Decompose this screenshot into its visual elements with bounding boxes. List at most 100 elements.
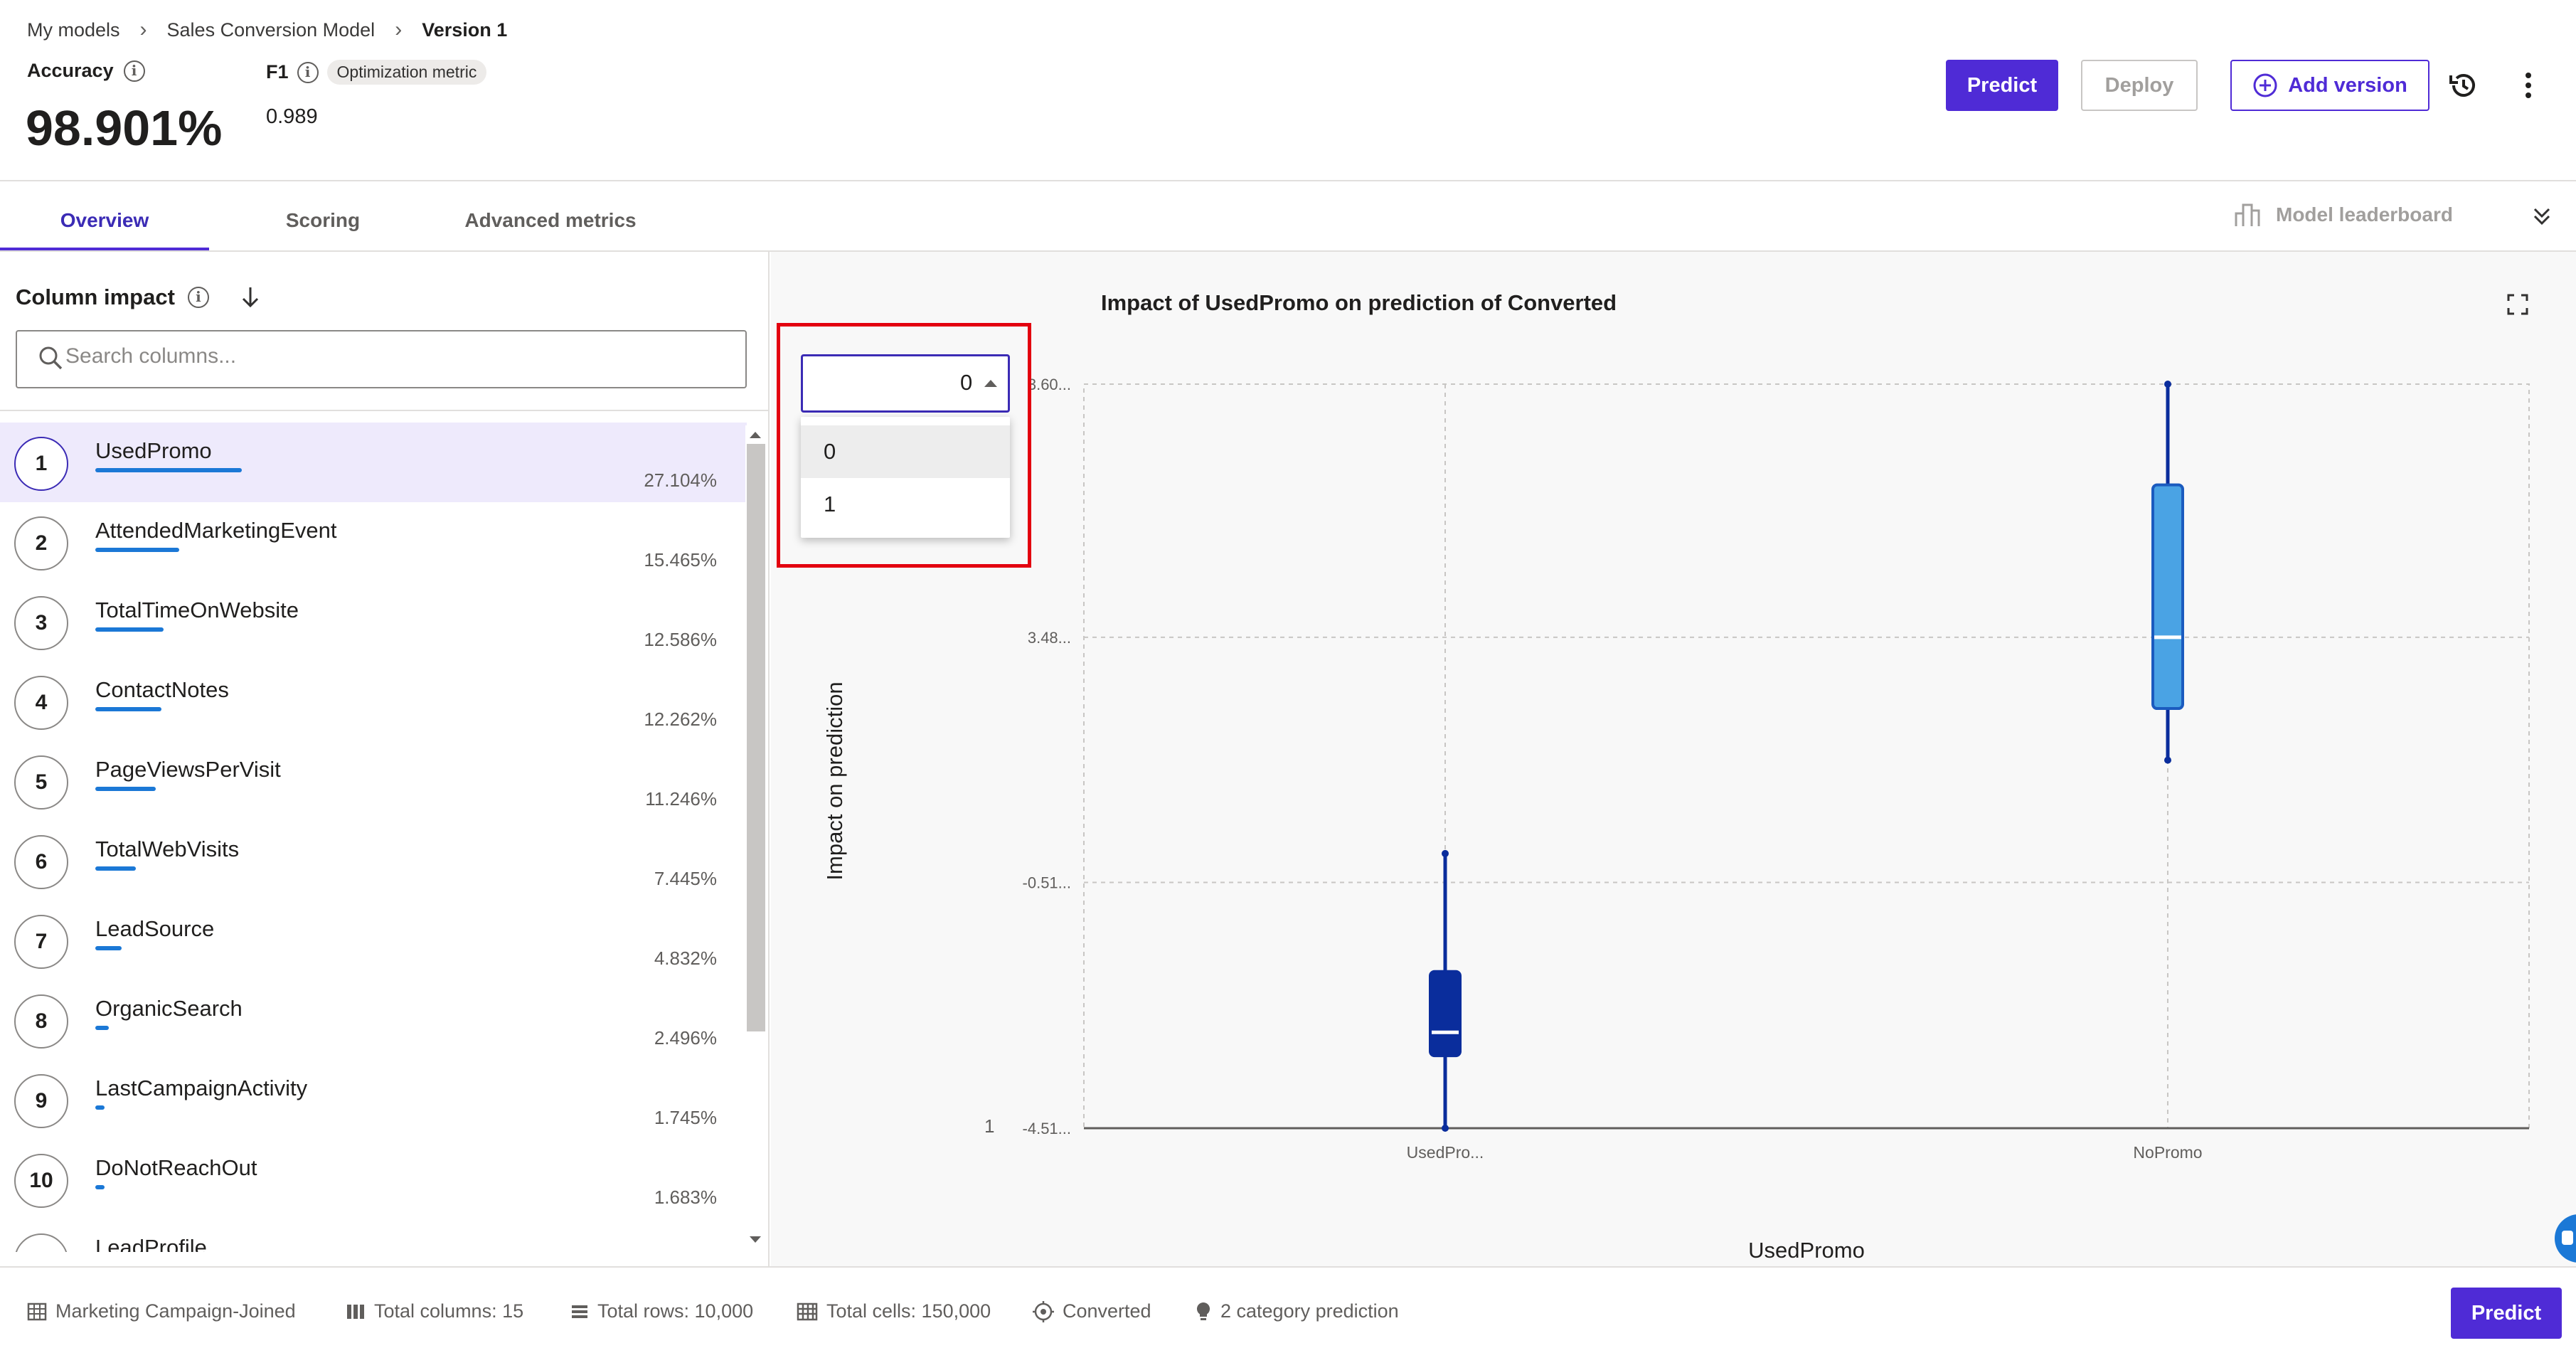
box-iqr[interactable] (2151, 483, 2184, 711)
column-name: OrganicSearch (95, 996, 243, 1021)
class-select-value: 0 (960, 370, 973, 395)
accuracy-value: 98.901% (26, 100, 223, 156)
column-impact-row[interactable]: 7 LeadSource 4.832% (0, 901, 747, 980)
class-select-dropdown[interactable] (801, 354, 1010, 413)
table-icon (27, 1302, 47, 1320)
column-impact-row[interactable]: 1 UsedPromo 27.104% (0, 423, 747, 502)
column-impact-row[interactable]: 10 DoNotReachOut 1.683% (0, 1140, 747, 1219)
deploy-button[interactable]: Deploy (2081, 60, 2198, 111)
rank-badge: 7 (14, 915, 68, 969)
dropdown-option-0[interactable]: 0 (801, 425, 1010, 478)
search-icon (39, 346, 63, 370)
y-tick-label: -0.51... (1023, 874, 1071, 892)
column-impact-row[interactable]: 11 LeadProfile (0, 1219, 747, 1252)
rank-badge: 8 (14, 994, 68, 1049)
column-name: PageViewsPerVisit (95, 757, 281, 782)
add-version-label: Add version (2288, 73, 2407, 97)
column-name: DoNotReachOut (95, 1155, 257, 1180)
total-rows: Total rows: 10,000 (597, 1300, 754, 1322)
tab-advanced-metrics[interactable]: Advanced metrics (437, 192, 664, 249)
footer-rows: Total rows: 10,000 (570, 1300, 753, 1322)
chat-bubble-icon[interactable] (2553, 1214, 2576, 1263)
column-impact-row[interactable]: 4 ContactNotes 12.262% (0, 662, 747, 741)
scroll-down-icon[interactable] (748, 1235, 762, 1245)
accuracy-header: Accuracy i (27, 60, 145, 82)
rows-icon (572, 1305, 587, 1318)
chevron-right-icon: › (139, 18, 147, 41)
impact-percent: 12.262% (644, 709, 717, 730)
boxplot-chart: 3.60... 3.48... -0.51... -4.51... UsedPro...… (1023, 376, 2530, 1162)
total-columns: Total columns: 15 (374, 1300, 524, 1322)
impact-percent: 27.104% (644, 469, 717, 491)
history-icon[interactable] (2447, 68, 2481, 102)
y-tick-label: 3.60... (1028, 376, 1071, 393)
impact-percent: 1.683% (654, 1187, 717, 1208)
impact-bar (95, 548, 179, 552)
impact-percent: 12.586% (644, 629, 717, 650)
dropdown-option-1[interactable]: 1 (801, 478, 1010, 531)
breadcrumb-my-models[interactable]: My models (27, 19, 120, 41)
impact-bar (95, 627, 164, 632)
column-name: LeadProfile (95, 1235, 207, 1252)
impact-bar (95, 866, 136, 871)
info-icon[interactable]: i (297, 61, 319, 83)
column-impact-row[interactable]: 8 OrganicSearch 2.496% (0, 980, 747, 1060)
header-divider (0, 180, 2576, 181)
list-divider (0, 410, 770, 411)
x-axis-label: UsedPromo (1748, 1238, 1865, 1263)
x-tick-label: UsedPro... (1407, 1143, 1484, 1162)
box-whisker-cap-max (1442, 849, 1449, 857)
breadcrumb: My models › Sales Conversion Model › Ver… (27, 17, 507, 43)
accuracy-label: Accuracy (27, 60, 114, 81)
column-impact-row[interactable]: 3 TotalTimeOnWebsite 12.586% (0, 582, 747, 662)
add-version-button[interactable]: Add version (2230, 60, 2429, 111)
y-tick-label: -4.51... (1023, 1120, 1071, 1137)
impact-bar (95, 468, 242, 472)
y-tick-label: 3.48... (1028, 629, 1071, 647)
box-iqr[interactable] (1429, 970, 1462, 1058)
box-whisker-cap-min (1442, 1125, 1449, 1132)
column-impact-row[interactable]: 2 AttendedMarketingEvent 15.465% (0, 502, 747, 582)
impact-percent: 11.246% (645, 788, 717, 810)
scrollbar-thumb[interactable] (747, 444, 765, 1031)
tab-overview[interactable]: Overview (0, 192, 209, 249)
footer-columns: Total columns: 15 (346, 1300, 523, 1322)
column-impact-header: Column impact i (16, 283, 265, 312)
predict-button[interactable]: Predict (1946, 60, 2058, 111)
model-leaderboard-button[interactable]: Model leaderboard (2233, 201, 2453, 229)
impact-bar (95, 946, 122, 950)
x-tick-label: NoPromo (2133, 1143, 2202, 1162)
cells-icon (797, 1302, 818, 1320)
impact-bar (95, 1105, 105, 1110)
f1-label: F1 (266, 61, 289, 83)
column-impact-row[interactable]: 9 LastCampaignActivity 1.745% (0, 1060, 747, 1140)
impact-percent: 15.465% (644, 549, 717, 570)
column-impact-row[interactable]: 6 TotalWebVisits 7.445% (0, 821, 747, 901)
sort-arrow-down-icon[interactable] (236, 283, 265, 312)
footer-dataset[interactable]: Marketing Campaign-Joined (27, 1300, 296, 1322)
column-name: LeadSource (95, 916, 215, 941)
more-options-icon[interactable] (2522, 68, 2535, 102)
tab-scoring[interactable]: Scoring (245, 192, 401, 249)
caret-up-icon[interactable] (983, 378, 999, 388)
scroll-up-icon[interactable] (748, 430, 762, 440)
dataset-name: Marketing Campaign-Joined (55, 1300, 296, 1322)
rank-badge: 5 (14, 755, 68, 810)
prediction-type: 2 category prediction (1220, 1300, 1399, 1322)
breadcrumb-model[interactable]: Sales Conversion Model (167, 19, 376, 41)
rank-badge: 9 (14, 1074, 68, 1128)
y-axis-label: Impact on prediction (822, 681, 847, 881)
model-leaderboard-label: Model leaderboard (2276, 203, 2453, 225)
column-name: LastCampaignActivity (95, 1076, 308, 1100)
box-whisker-cap-max (2164, 381, 2171, 388)
rank-badge: 2 (14, 516, 68, 570)
impact-percent: 4.832% (654, 948, 717, 969)
impact-bar (95, 1185, 105, 1189)
class-options-menu: 0 1 (801, 417, 1010, 538)
collapse-double-chevron-icon[interactable] (2529, 203, 2555, 229)
target-icon (1033, 1300, 1054, 1322)
info-icon[interactable]: i (187, 287, 209, 308)
footer-predict-button[interactable]: Predict (2451, 1288, 2562, 1339)
info-icon[interactable]: i (123, 60, 145, 82)
column-impact-row[interactable]: 5 PageViewsPerVisit 11.246% (0, 741, 747, 821)
